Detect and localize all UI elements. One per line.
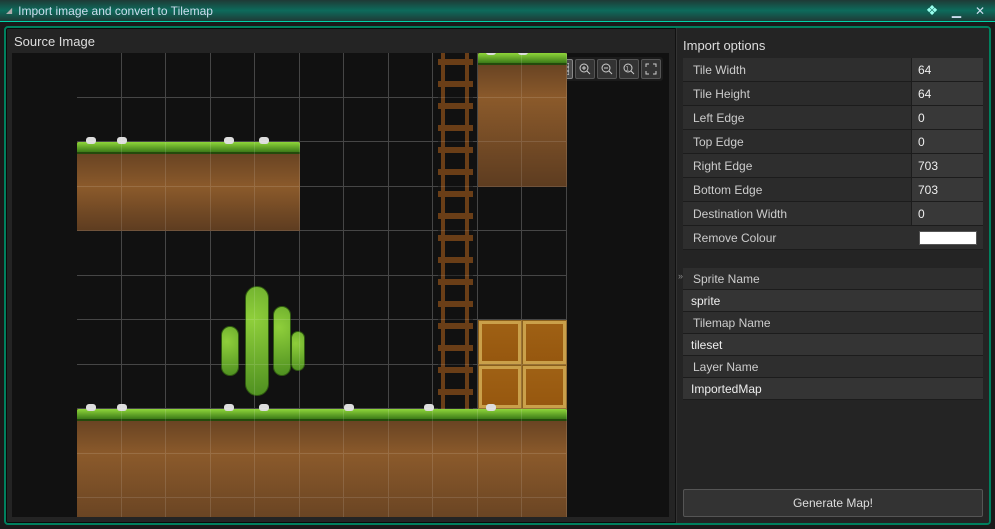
option-row: Bottom Edge703 <box>683 178 983 202</box>
tilemap-name-row: tileset <box>683 334 983 356</box>
sprite-name-row: sprite <box>683 290 983 312</box>
overflow-icon[interactable]: ❖ <box>923 2 941 19</box>
minimize-icon[interactable]: ▁ <box>947 4 965 18</box>
canvas-wrap[interactable]: ▾ 1 <box>12 53 669 517</box>
option-row: Left Edge0 <box>683 106 983 130</box>
remove-colour-row: Remove Colour <box>683 226 983 250</box>
option-row: Right Edge703 <box>683 154 983 178</box>
option-value[interactable]: 703 <box>911 154 983 177</box>
options-panel: Import options Tile Width64Tile Height64… <box>676 28 989 523</box>
window-body: Source Image ▾ 1 <box>4 26 991 525</box>
sprite-name-label-row: Sprite Name <box>683 268 983 290</box>
zoom-fit-icon: 1 <box>623 63 635 75</box>
option-value[interactable]: 0 <box>911 106 983 129</box>
option-row: Tile Height64 <box>683 82 983 106</box>
option-label: Left Edge <box>683 111 911 125</box>
layer-name-row: ImportedMap <box>683 378 983 400</box>
option-row: Tile Width64 <box>683 58 983 82</box>
tilemap-name-label-row: Tilemap Name <box>683 312 983 334</box>
option-row: Destination Width0 <box>683 202 983 226</box>
option-label: Top Edge <box>683 135 911 149</box>
option-label: Tile Width <box>683 63 911 77</box>
window-title: Import image and convert to Tilemap <box>18 4 213 18</box>
option-value[interactable]: 0 <box>911 202 983 225</box>
window-menu-icon[interactable]: ◢ <box>6 6 12 15</box>
options-heading: Import options <box>683 34 983 56</box>
zoom-in-icon <box>579 63 591 75</box>
window: ◢ Import image and convert to Tilemap ❖ … <box>0 0 995 529</box>
toolbar-zoom-in[interactable] <box>575 59 595 79</box>
tilemap-name-input[interactable]: tileset <box>683 334 983 355</box>
fullscreen-icon <box>645 63 657 75</box>
remove-colour-swatch[interactable] <box>919 231 977 245</box>
titlebar[interactable]: ◢ Import image and convert to Tilemap ❖ … <box>0 0 995 22</box>
source-heading: Source Image <box>6 28 675 53</box>
option-row: Top Edge0 <box>683 130 983 154</box>
zoom-out-icon <box>601 63 613 75</box>
option-value[interactable]: 0 <box>911 130 983 153</box>
layer-name-label-row: Layer Name <box>683 356 983 378</box>
toolbar-fullscreen[interactable] <box>641 59 661 79</box>
sprite-name-input[interactable]: sprite <box>683 290 983 311</box>
remove-colour-label: Remove Colour <box>683 231 919 245</box>
option-value[interactable]: 64 <box>911 58 983 81</box>
toolbar-zoom-fit[interactable]: 1 <box>619 59 639 79</box>
option-label: Bottom Edge <box>683 183 911 197</box>
option-label: Right Edge <box>683 159 911 173</box>
generate-button[interactable]: Generate Map! <box>683 489 983 517</box>
source-panel: Source Image ▾ 1 <box>6 28 676 523</box>
option-label: Destination Width <box>683 207 911 221</box>
tilemap-canvas[interactable] <box>77 53 567 517</box>
panel-collapse-icon[interactable]: » <box>678 271 681 281</box>
option-value[interactable]: 64 <box>911 82 983 105</box>
option-label: Tile Height <box>683 87 911 101</box>
layer-name-input[interactable]: ImportedMap <box>683 378 983 399</box>
close-icon[interactable]: ✕ <box>971 4 989 18</box>
option-value[interactable]: 703 <box>911 178 983 201</box>
toolbar-zoom-out[interactable] <box>597 59 617 79</box>
